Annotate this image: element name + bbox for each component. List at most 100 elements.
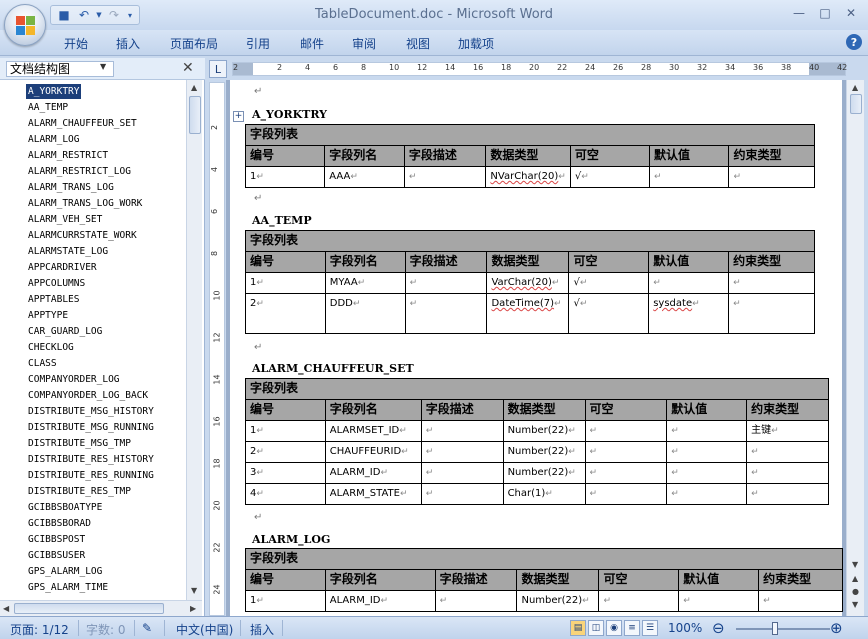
document-map-item[interactable]: GCIBBSUSER <box>28 548 85 563</box>
table-cell[interactable]: ALARM_ID <box>330 467 381 478</box>
vertical-ruler[interactable]: 2 4 6 8 10 12 14 16 18 20 22 24 <box>209 82 225 616</box>
document-map-item[interactable]: ALARMSTATE_LOG <box>28 244 108 259</box>
document-map-item[interactable]: ALARM_VEH_SET <box>28 212 102 227</box>
draft-view-icon[interactable]: ☰ <box>642 620 658 636</box>
table-cell[interactable]: ALARM_ID <box>330 595 381 606</box>
document-map-item[interactable]: ALARM_RESTRICT <box>28 148 108 163</box>
tab-review[interactable]: 审阅 <box>352 35 376 52</box>
table-cell[interactable]: sysdate <box>653 298 692 309</box>
document-map-item[interactable]: GCIBBSBOATYPE <box>28 500 102 515</box>
scroll-up-icon[interactable]: ▲ <box>191 83 197 92</box>
scroll-up-icon[interactable]: ▲ <box>852 83 858 92</box>
table-cell[interactable]: NVarChar(20) <box>490 171 558 182</box>
table-cell[interactable]: ALARMSET_ID <box>330 425 399 436</box>
document-map-item[interactable]: ALARM_TRANS_LOG <box>28 180 114 195</box>
table-cell[interactable]: Number(22) <box>508 425 569 436</box>
proofing-icon[interactable]: ✎ <box>142 621 152 635</box>
document-map-item[interactable]: GCIBBSPOST <box>28 532 85 547</box>
document-map-item[interactable]: CLASS <box>28 356 57 371</box>
document-map-item[interactable]: CHECKLOG <box>28 340 74 355</box>
page-count[interactable]: 页面: 1/12 <box>10 621 69 638</box>
web-layout-view-icon[interactable]: ◉ <box>606 620 622 636</box>
document-map-selector[interactable]: 文档结构图 <box>6 61 114 77</box>
document-map-item[interactable]: COMPANYORDER_LOG <box>28 372 120 387</box>
table-cell[interactable]: MYAA <box>330 277 358 288</box>
document-map-item[interactable]: ALARM_CHAUFFEUR_SET <box>28 116 137 131</box>
document-map-item[interactable]: APPCARDRIVER <box>28 260 97 275</box>
table-cell[interactable]: Number(22) <box>508 467 569 478</box>
document-map-item[interactable]: DISTRIBUTE_MSG_HISTORY <box>28 404 154 419</box>
table-cell[interactable]: CHAUFFEURID <box>330 446 401 457</box>
chevron-down-icon[interactable]: ▼ <box>100 62 106 71</box>
document-map-item[interactable]: ALARM_RESTRICT_LOG <box>28 164 131 179</box>
browse-object-icon[interactable]: ● <box>852 587 859 596</box>
table-cell[interactable]: Number(22) <box>521 595 582 606</box>
help-icon[interactable]: ? <box>846 34 862 50</box>
scroll-thumb[interactable] <box>189 96 201 134</box>
document-map-item[interactable]: DISTRIBUTE_RES_TMP <box>28 484 131 499</box>
document-map-item[interactable]: A_YORKTRY <box>26 84 82 99</box>
zoom-slider-track[interactable] <box>736 628 830 630</box>
tab-page-layout[interactable]: 页面布局 <box>170 35 218 52</box>
document-map-item[interactable]: COMPANYORDER_LOG_BACK <box>28 388 148 403</box>
document-map-item[interactable]: DISTRIBUTE_MSG_TMP <box>28 436 131 451</box>
document-map-vertical-scrollbar[interactable]: ▲ ▼ <box>186 80 202 600</box>
document-map-item[interactable]: APPCOLUMNS <box>28 276 85 291</box>
table-cell[interactable]: Number(22) <box>508 446 569 457</box>
scroll-down-icon[interactable]: ▼ <box>852 560 858 569</box>
horizontal-ruler[interactable]: 2 2 4 6 8 10 12 14 16 18 20 22 24 26 28 30 32 34 36 38 40 42 <box>232 62 847 76</box>
scroll-thumb[interactable] <box>14 603 164 614</box>
office-button[interactable] <box>4 4 46 46</box>
document-map-item[interactable]: GPS_ALARM_LOG <box>28 564 102 579</box>
scroll-down-icon[interactable]: ▼ <box>191 586 197 595</box>
zoom-in-icon[interactable]: ⊕ <box>830 619 843 637</box>
scroll-right-icon[interactable]: ▶ <box>190 604 196 613</box>
scroll-thumb[interactable] <box>850 94 862 114</box>
tab-view[interactable]: 视图 <box>406 35 430 52</box>
document-area[interactable]: ↵ + A_YORKTRY 字段列表 编号 字段列名 字段描述 数据类型 可空 默认值 约束… <box>226 80 846 616</box>
maximize-icon[interactable]: □ <box>814 4 836 22</box>
tab-add-ins[interactable]: 加载项 <box>458 35 494 52</box>
document-map-item[interactable]: DISTRIBUTE_RES_HISTORY <box>28 452 154 467</box>
document-map-item[interactable]: GCIBBSBORAD <box>28 516 91 531</box>
close-icon[interactable]: ✕ <box>182 60 194 76</box>
document-vertical-scrollbar[interactable]: ▲ ▼ ▲ ● ▼ <box>846 80 864 616</box>
document-map-horizontal-scrollbar[interactable]: ◀ ▶ <box>0 600 202 616</box>
tab-references[interactable]: 引用 <box>246 35 270 52</box>
table-cell[interactable]: DateTime(7) <box>491 298 554 309</box>
next-page-icon[interactable]: ▼ <box>852 600 858 609</box>
document-map-item[interactable]: APPTABLES <box>28 292 79 307</box>
document-map-item[interactable]: GPS_ALARM_TIME <box>28 580 108 595</box>
previous-page-icon[interactable]: ▲ <box>852 574 858 583</box>
document-map-item[interactable]: ALARM_LOG <box>28 132 79 147</box>
table-cell[interactable]: ALARM_STATE <box>330 488 400 499</box>
table-cell[interactable]: VarChar(20) <box>491 277 551 288</box>
tab-mailings[interactable]: 邮件 <box>300 35 324 52</box>
outline-view-icon[interactable]: ≡ <box>624 620 640 636</box>
document-page[interactable]: ↵ + A_YORKTRY 字段列表 编号 字段列名 字段描述 数据类型 可空 默认值 约束… <box>230 80 843 616</box>
close-icon[interactable]: ✕ <box>840 4 862 22</box>
document-map-item[interactable]: DISTRIBUTE_MSG_RUNNING <box>28 420 154 435</box>
table-cell[interactable]: 主键 <box>751 425 771 436</box>
table-cell[interactable]: AAA <box>329 171 350 182</box>
document-map-item[interactable]: ALARM_TRANS_LOG_WORK <box>28 196 142 211</box>
scroll-left-icon[interactable]: ◀ <box>3 604 9 613</box>
minimize-icon[interactable]: — <box>788 4 810 22</box>
full-screen-reading-icon[interactable]: ◫ <box>588 620 604 636</box>
table-cell[interactable]: DDD <box>330 298 353 309</box>
print-layout-view-icon[interactable]: ▤ <box>570 620 586 636</box>
word-count[interactable]: 字数: 0 <box>86 621 126 638</box>
tab-insert[interactable]: 插入 <box>116 35 140 52</box>
zoom-slider-thumb[interactable] <box>772 622 778 635</box>
tab-home[interactable]: 开始 <box>64 35 88 52</box>
document-map-item[interactable]: CAR_GUARD_LOG <box>28 324 102 339</box>
document-map-item[interactable]: APPTYPE <box>28 308 68 323</box>
document-map-item[interactable]: DISTRIBUTE_RES_RUNNING <box>28 468 154 483</box>
document-map-item[interactable]: ALARMCURRSTATE_WORK <box>28 228 137 243</box>
language-indicator[interactable]: 中文(中国) <box>176 621 233 638</box>
table-cell[interactable]: Char(1) <box>508 488 546 499</box>
zoom-level[interactable]: 100% <box>668 621 702 635</box>
insert-mode-indicator[interactable]: 插入 <box>250 621 274 638</box>
tab-selector-button[interactable]: L <box>209 60 227 78</box>
document-map-item[interactable]: AA_TEMP <box>28 100 68 115</box>
